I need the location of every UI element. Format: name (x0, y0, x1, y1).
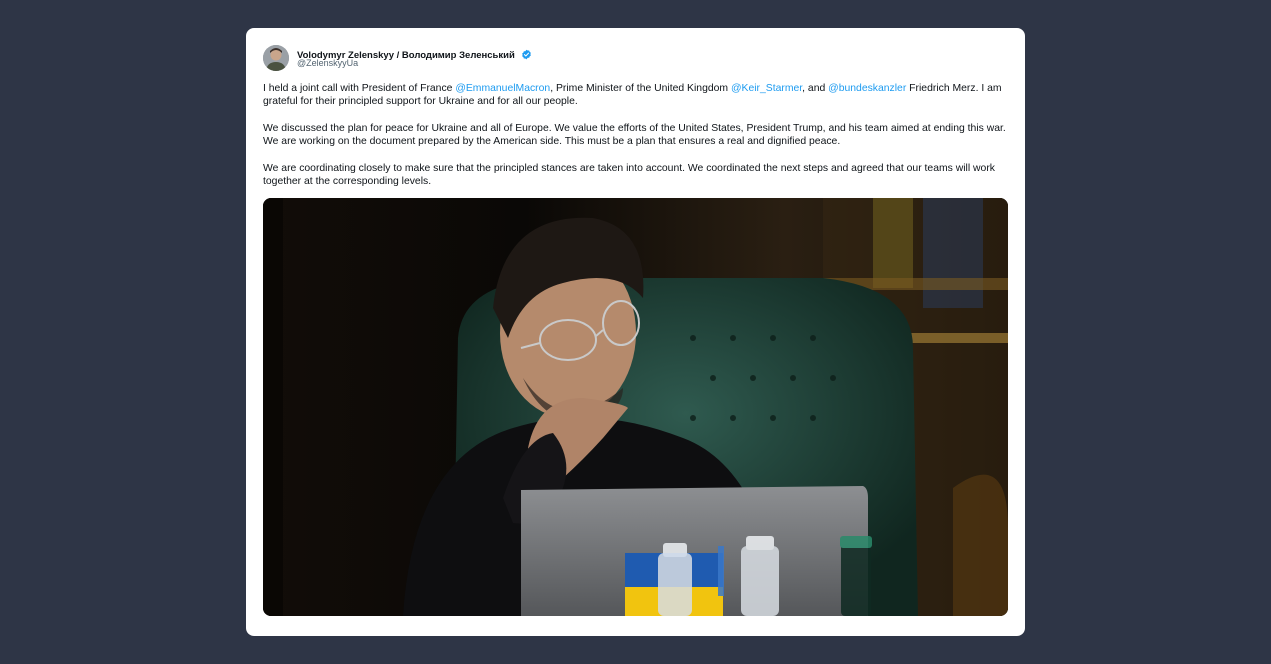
author-handle[interactable]: @ZelenskyyUa (297, 58, 358, 68)
tweet-header: Volodymyr Zelenskyy / Володимир Зеленськ… (263, 45, 963, 73)
mention-keir-starmer[interactable]: @Keir_Starmer (731, 83, 802, 94)
mention-bundeskanzler[interactable]: @bundeskanzler (828, 83, 906, 94)
tweet-card: Volodymyr Zelenskyy / Володимир Зеленськ… (246, 28, 1025, 636)
tweet-paragraph-2: We discussed the plan for peace for Ukra… (263, 122, 1006, 148)
mention-emmanuel-macron[interactable]: @EmmanuelMacron (455, 83, 550, 94)
text-segment: I held a joint call with President of Fr… (263, 83, 456, 94)
text-segment: , Prime Minister of the United Kingdom (550, 83, 731, 94)
tweet-photo[interactable] (263, 198, 1008, 616)
tweet-paragraph-1: I held a joint call with President of Fr… (263, 82, 1008, 109)
text-segment: , and (802, 83, 829, 94)
author-avatar[interactable] (263, 45, 289, 71)
verified-badge-icon (522, 49, 532, 60)
tweet-paragraph-3: We are coordinating closely to make sure… (263, 162, 995, 188)
tweet-text: I held a joint call with President of Fr… (263, 82, 1008, 201)
